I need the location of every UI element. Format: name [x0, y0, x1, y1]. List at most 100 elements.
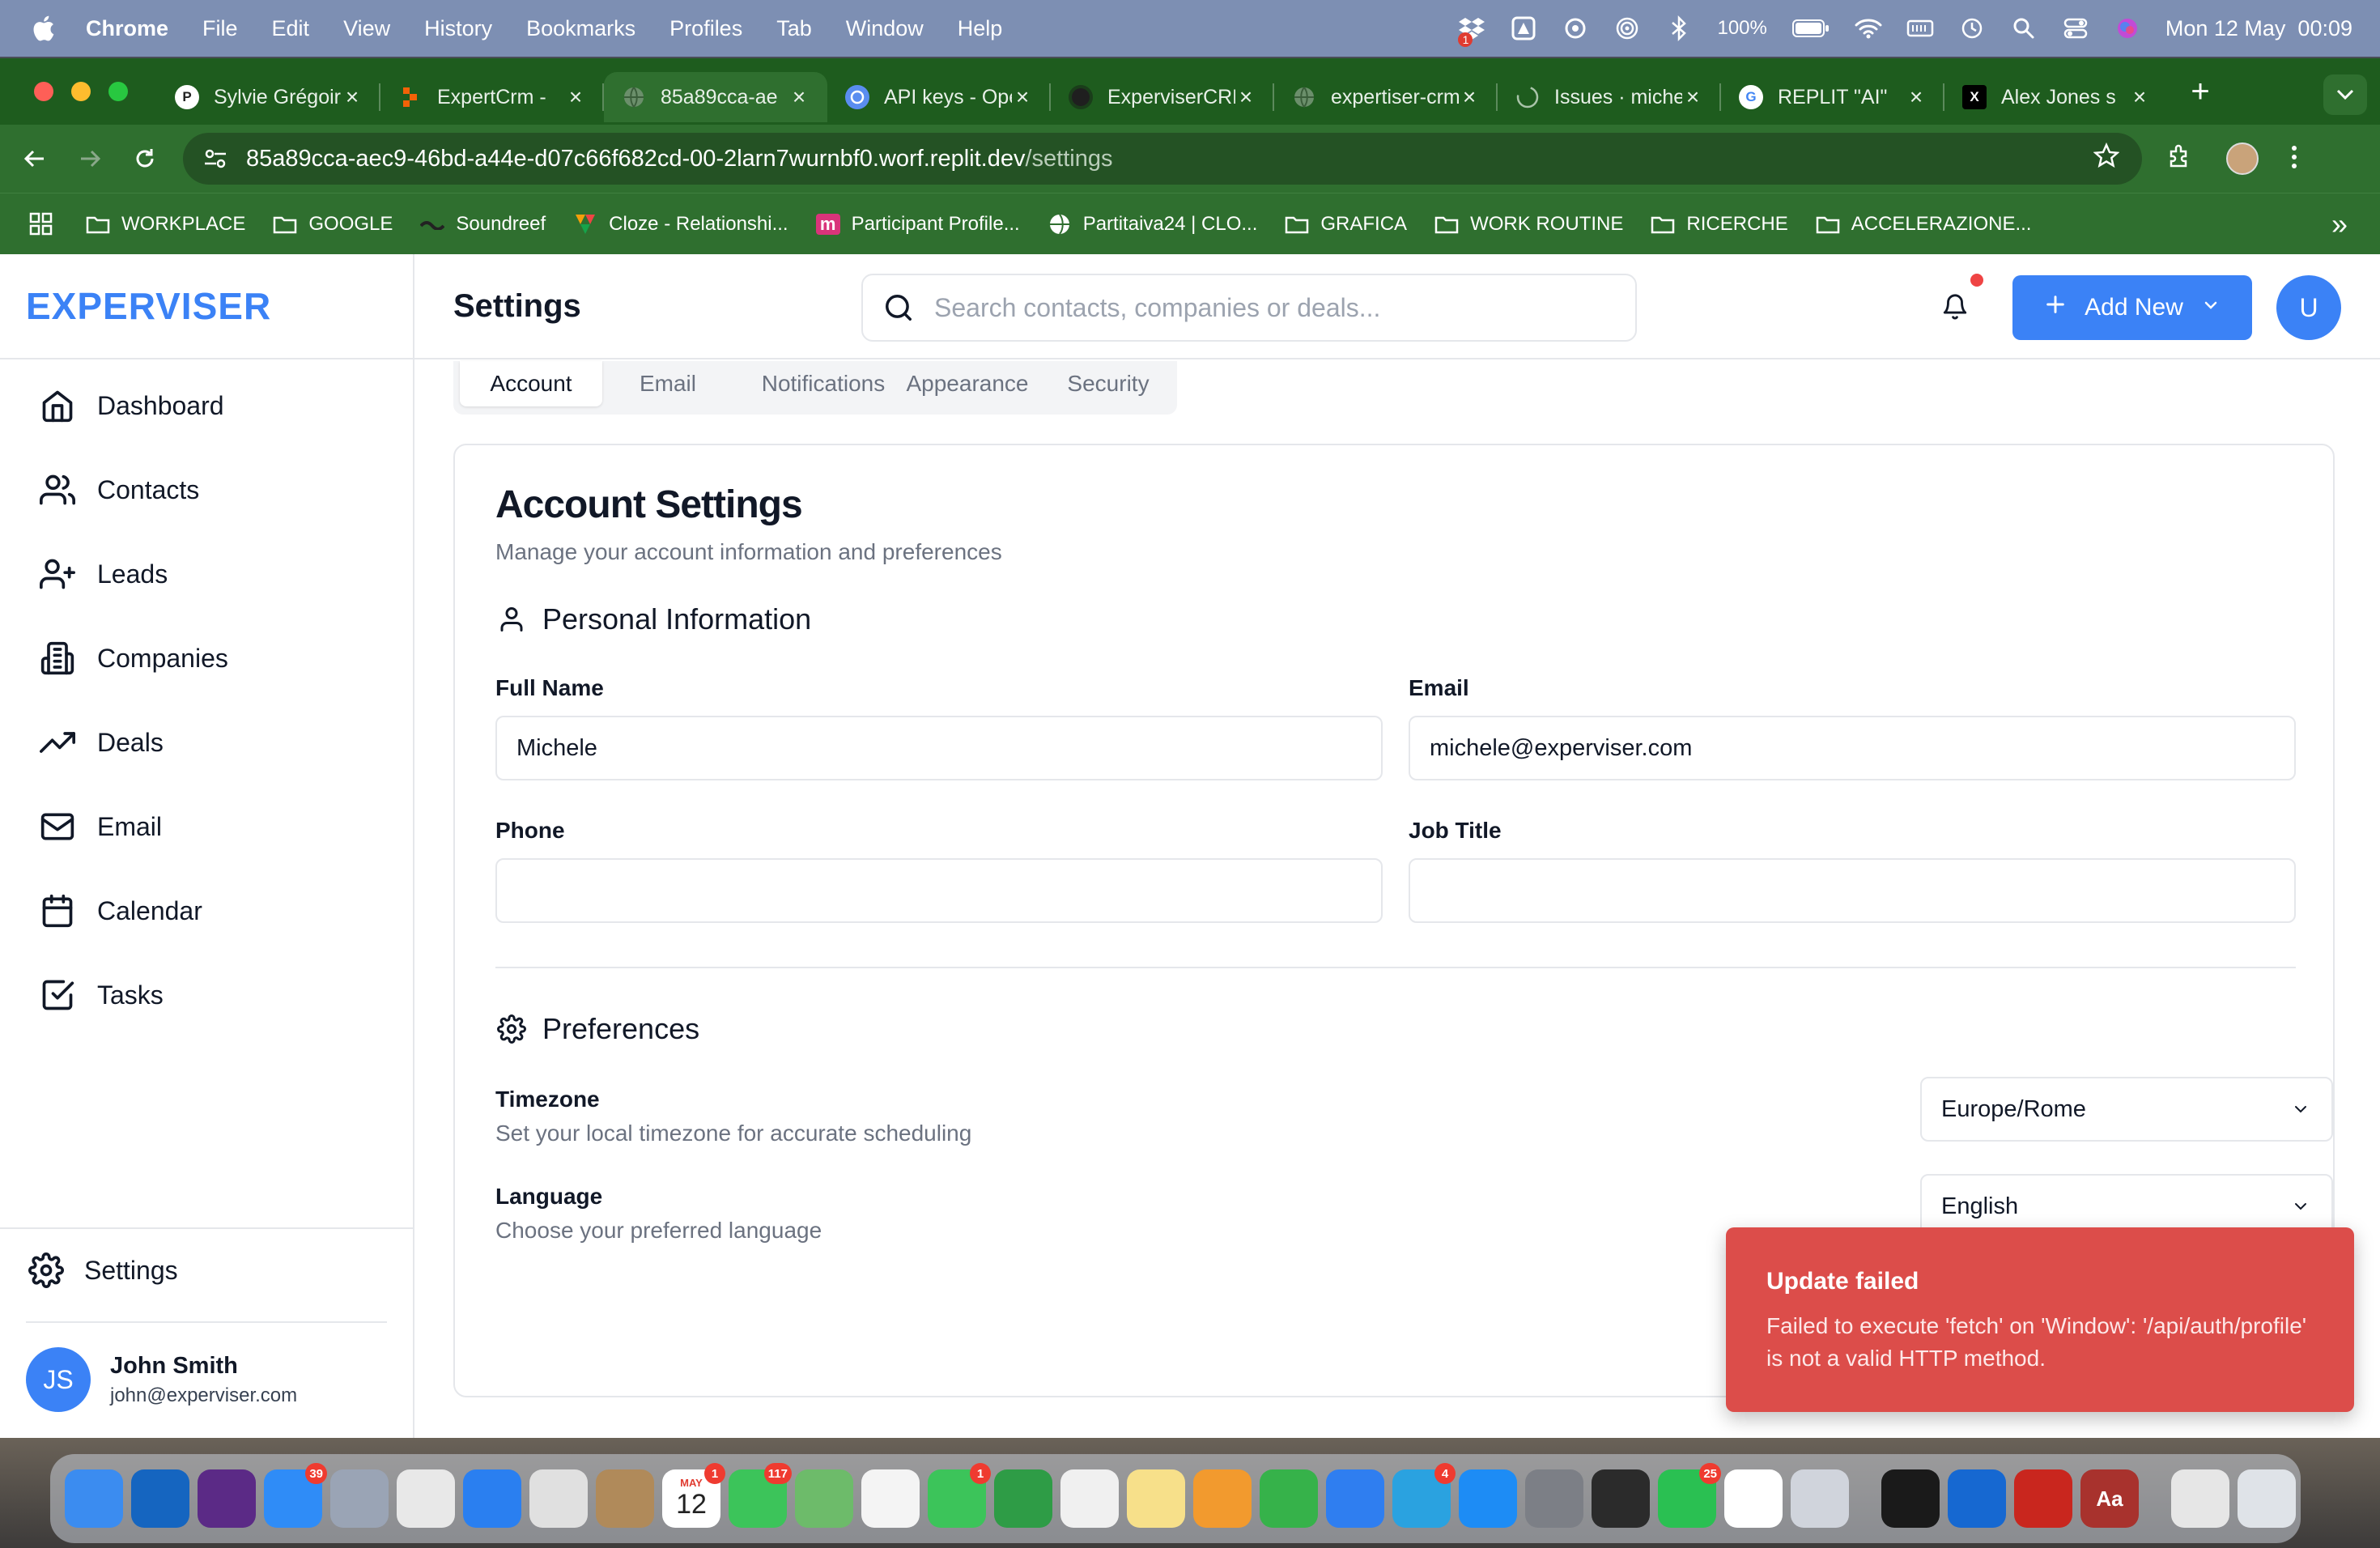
bookmark-star-icon[interactable]: [2093, 142, 2120, 175]
dock-mail-icon[interactable]: 39: [264, 1463, 327, 1528]
close-icon[interactable]: ×: [1906, 84, 1927, 110]
reload-button[interactable]: [125, 138, 165, 179]
dock-spotify-icon[interactable]: [1881, 1469, 1940, 1528]
dock-calendar-icon[interactable]: MAY 12 1: [662, 1463, 725, 1528]
menu-help[interactable]: Help: [958, 16, 1003, 41]
menu-view[interactable]: View: [343, 16, 390, 41]
sidebar-item-calendar[interactable]: Calendar: [37, 891, 202, 931]
menubar-clock[interactable]: Mon 12 May 00:09: [2165, 16, 2352, 41]
dock-launchpad-icon[interactable]: [330, 1469, 389, 1528]
dock-photos-icon[interactable]: [861, 1469, 920, 1528]
close-icon[interactable]: ×: [342, 84, 363, 110]
tab-account[interactable]: Account: [460, 361, 602, 406]
bookmark-google[interactable]: GOOGLE: [273, 213, 393, 236]
time-machine-icon[interactable]: [1958, 15, 1986, 42]
dock-outlook-icon[interactable]: [131, 1469, 189, 1528]
sidebar-item-settings[interactable]: Settings: [26, 1250, 178, 1291]
zoom-window-button[interactable]: [108, 82, 128, 101]
sidebar-item-tasks[interactable]: Tasks: [37, 975, 164, 1015]
more-bookmarks-button[interactable]: »: [2331, 207, 2348, 241]
sidebar-item-leads[interactable]: Leads: [37, 554, 168, 594]
extensions-icon[interactable]: [2166, 143, 2194, 175]
bell-icon[interactable]: [1935, 287, 1975, 327]
close-icon[interactable]: ×: [1459, 84, 1480, 110]
browser-tab[interactable]: Issues · michele×: [1498, 72, 1721, 122]
job-title-field[interactable]: [1409, 858, 2296, 923]
menu-file[interactable]: File: [202, 16, 238, 41]
forward-button[interactable]: [70, 138, 110, 179]
tab-search-button[interactable]: [2323, 74, 2367, 115]
error-toast[interactable]: Update failed Failed to execute 'fetch' …: [1726, 1227, 2354, 1412]
current-user[interactable]: JS John Smith john@experviser.com: [26, 1347, 297, 1412]
new-tab-button[interactable]: +: [2184, 74, 2216, 110]
brand-logo[interactable]: EXPERVISER: [0, 254, 413, 359]
browser-tab[interactable]: P Sylvie Grégoire ×: [157, 72, 380, 122]
airdrop-icon[interactable]: [1613, 15, 1641, 42]
browser-tab[interactable]: ExpertCrm - ×: [380, 72, 604, 122]
menu-app-name[interactable]: Chrome: [86, 16, 168, 41]
app-status-icon[interactable]: [1510, 15, 1537, 42]
wifi-icon[interactable]: [1855, 15, 1882, 42]
sidebar-item-deals[interactable]: Deals: [37, 722, 164, 763]
add-new-button[interactable]: Add New: [2012, 275, 2252, 340]
dock-chatgpt-icon[interactable]: [1724, 1469, 1783, 1528]
close-icon[interactable]: ×: [1235, 84, 1256, 110]
close-icon[interactable]: ×: [2129, 84, 2150, 110]
dock-trello-icon[interactable]: [1948, 1469, 2006, 1528]
bookmark-work-routine[interactable]: WORK ROUTINE: [1434, 213, 1623, 236]
dropbox-icon[interactable]: 1: [1458, 15, 1485, 47]
search-box[interactable]: [861, 274, 1637, 342]
bookmark-soundreef[interactable]: Soundreef: [420, 213, 546, 236]
sidebar-item-contacts[interactable]: Contacts: [37, 470, 199, 510]
dock-finder-icon[interactable]: [65, 1469, 123, 1528]
sidebar-item-companies[interactable]: Companies: [37, 638, 228, 678]
siri-icon[interactable]: [2114, 15, 2141, 42]
battery-icon[interactable]: [1791, 15, 1830, 42]
site-info-icon[interactable]: [198, 141, 233, 176]
bookmark-participant-profile[interactable]: m Participant Profile...: [815, 213, 1020, 236]
apps-grid-icon[interactable]: [29, 212, 53, 236]
menu-profiles[interactable]: Profiles: [669, 16, 742, 41]
dock-pages-icon[interactable]: [1193, 1469, 1252, 1528]
sidebar-item-dashboard[interactable]: Dashboard: [37, 385, 224, 426]
dock-siri-icon[interactable]: [198, 1469, 256, 1528]
dock-phone-icon[interactable]: [1592, 1469, 1650, 1528]
tab-appearance[interactable]: Appearance: [890, 361, 1044, 406]
minimize-window-button[interactable]: [71, 82, 91, 101]
bookmark-accelerazione[interactable]: ACCELERAZIONE...: [1816, 213, 2031, 236]
menu-history[interactable]: History: [424, 16, 492, 41]
full-name-field[interactable]: [495, 716, 1383, 780]
dock-messages-icon[interactable]: 117: [729, 1463, 792, 1528]
menu-window[interactable]: Window: [846, 16, 924, 41]
back-button[interactable]: [15, 138, 55, 179]
control-center-icon[interactable]: [2062, 15, 2089, 42]
dock-chat-icon[interactable]: [994, 1469, 1052, 1528]
dock-notes-icon[interactable]: [1127, 1469, 1185, 1528]
dock-whatsapp-icon[interactable]: 25: [1658, 1463, 1721, 1528]
browser-tab[interactable]: API keys - OpenAI×: [827, 72, 1051, 122]
dock-opera-icon[interactable]: [529, 1469, 588, 1528]
dock-safari-icon[interactable]: [463, 1469, 521, 1528]
email-field[interactable]: [1409, 716, 2296, 780]
browser-tab[interactable]: X Alex Jones s ×: [1944, 72, 2168, 122]
close-icon[interactable]: ×: [565, 84, 586, 110]
menu-bookmarks[interactable]: Bookmarks: [526, 16, 635, 41]
close-icon[interactable]: ×: [1012, 84, 1033, 110]
dock-app-store-icon[interactable]: [1459, 1469, 1517, 1528]
tab-notifications[interactable]: Notifications: [733, 361, 913, 406]
close-icon[interactable]: ×: [1682, 84, 1703, 110]
dock-system-settings-icon[interactable]: [1525, 1469, 1583, 1528]
chatgpt-status-icon[interactable]: [1562, 15, 1589, 42]
close-icon[interactable]: ×: [788, 84, 810, 110]
dock-contacts-icon[interactable]: [596, 1469, 654, 1528]
address-bar[interactable]: 85a89cca-aec9-46bd-a44e-d07c66f682cd-00-…: [183, 133, 2142, 185]
phone-field[interactable]: [495, 858, 1383, 923]
bluetooth-icon[interactable]: [1665, 15, 1693, 42]
apple-icon[interactable]: [31, 15, 55, 42]
timezone-select[interactable]: Europe/Rome: [1920, 1077, 2333, 1142]
menu-tab[interactable]: Tab: [776, 16, 812, 41]
menu-edit[interactable]: Edit: [272, 16, 310, 41]
dock-iphone-mirroring-icon[interactable]: [1791, 1469, 1849, 1528]
kebab-menu-icon[interactable]: [2291, 145, 2297, 173]
dock-facetime-icon[interactable]: 1: [928, 1463, 991, 1528]
